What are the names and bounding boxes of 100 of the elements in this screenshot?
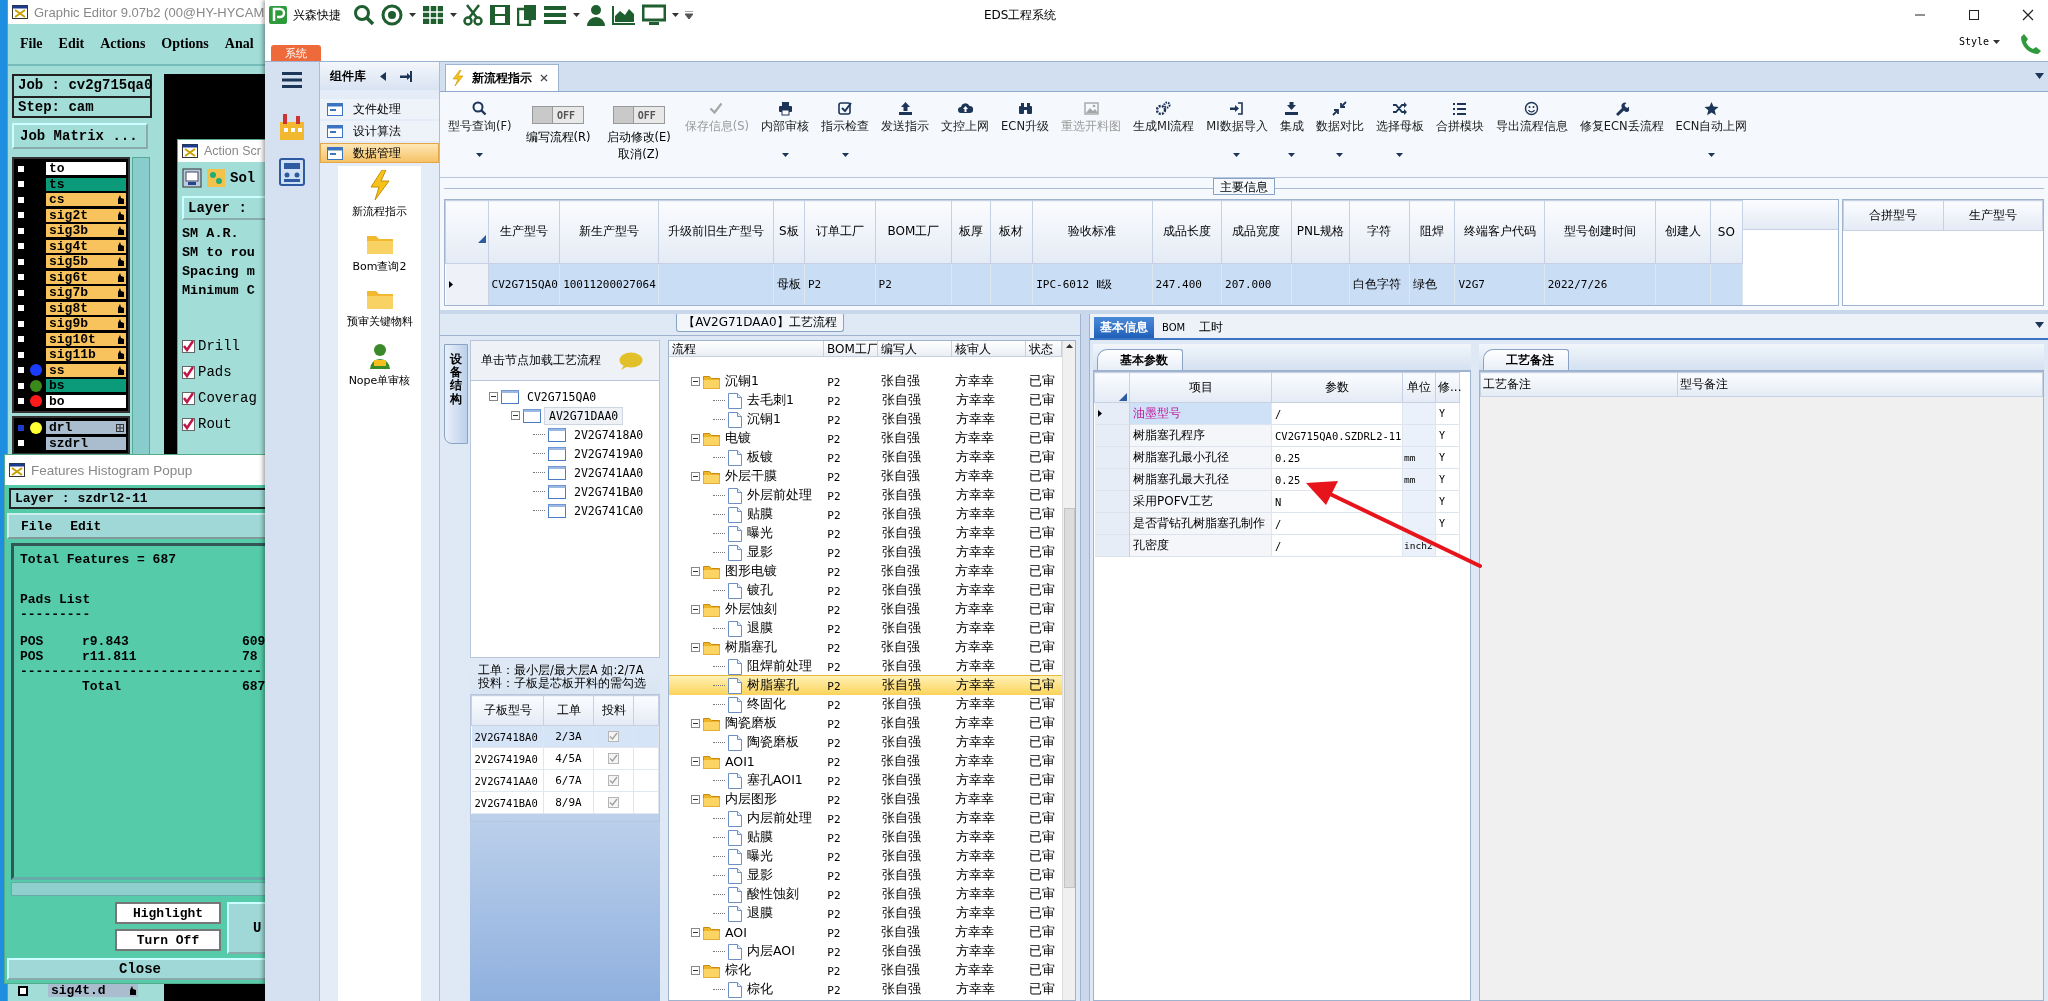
toolbar-button[interactable]: MI数据导入 [1200,98,1274,157]
toolbar-button[interactable]: 发送指示 [875,98,936,134]
column-header[interactable]: 项目 [1129,372,1272,403]
search-icon[interactable] [353,4,375,26]
tree-node[interactable]: 2V2G7418A0 [569,425,649,444]
layer-item[interactable]: sig2t [46,208,126,222]
tab[interactable]: BOM [1156,317,1192,338]
tree-node[interactable]: 2V2G7419A0 [569,444,649,463]
customize-icon[interactable] [685,11,693,19]
layer-checkbox[interactable] [16,241,26,252]
layer-checkbox[interactable] [18,985,28,996]
toolbar-button[interactable]: 导出流程信息 [1489,98,1574,134]
menu-item[interactable]: Options [161,36,209,52]
style-menu[interactable]: Style [1958,36,2000,47]
area-chart-icon[interactable] [612,5,636,25]
collapse-left-icon[interactable] [380,71,386,81]
layer-item[interactable]: bs [46,379,126,393]
collapse-icon[interactable] [489,392,498,401]
column-header[interactable]: 编写人 [878,341,953,356]
tool-button[interactable]: Bom查询2 [352,233,407,274]
column-header[interactable]: 升级前旧生产型号 [658,200,774,264]
collapse-icon[interactable] [691,643,700,652]
pin-icon[interactable] [400,70,412,82]
option-checkbox[interactable] [182,339,195,353]
grid-icon[interactable] [422,5,444,25]
layer-item[interactable]: to [46,162,126,176]
column-header[interactable]: 型号创建时间 [1544,200,1656,264]
layer-item[interactable]: sig5b [46,255,126,269]
option-checkbox[interactable] [182,365,195,379]
phone-icon[interactable] [2020,33,2042,55]
layer-checkbox[interactable] [16,179,26,190]
scissors-icon[interactable] [463,4,483,26]
monitor-icon[interactable] [642,4,666,26]
layer-checkbox[interactable] [16,422,26,433]
tree-node[interactable]: CV2G715QA0 [522,387,602,406]
dropdown-icon[interactable] [2035,322,2044,328]
layer-checkbox[interactable] [16,256,26,267]
category-item[interactable]: 数据管理 [320,143,439,163]
layer-item[interactable]: sig6t [46,270,126,284]
tab[interactable]: 工时 [1193,317,1230,338]
layer-checkbox[interactable] [16,334,26,345]
column-header[interactable]: PNL规格 [1291,200,1350,264]
table-row[interactable]: 2V2G741BA0 8/9A [471,791,659,814]
column-header[interactable]: 工艺备注 [1480,372,1678,397]
column-header[interactable]: 终端客户代码 [1455,200,1545,264]
category-item[interactable]: 设计算法 [320,121,439,141]
layer-checkbox[interactable] [16,163,26,174]
layer-item[interactable]: sig7b [46,286,126,300]
column-header[interactable]: 新生产型号 [559,200,659,264]
person-icon[interactable] [586,4,606,26]
table-row[interactable]: 树脂塞孔最小孔径 0.25 mm Y [1094,446,1460,469]
layer-item[interactable]: ss [46,363,126,377]
menu-item[interactable]: File [20,36,43,52]
column-header[interactable]: 成品长度 [1152,200,1222,264]
column-header[interactable]: 生产型号 [1943,200,2043,231]
target-icon[interactable] [381,4,403,26]
tree-node[interactable]: 2V2G741AA0 [569,463,649,482]
column-header[interactable]: SO [1710,200,1743,264]
layer-item[interactable]: sig10t [46,332,126,346]
action-button[interactable]: Highlight [115,902,221,924]
layer-checkbox[interactable] [16,303,26,314]
calculator-icon[interactable] [279,158,305,186]
layer-button[interactable]: Layer : [182,196,265,220]
tool-button[interactable]: 新流程指示 [352,170,407,219]
maximize-icon[interactable] [1968,9,1980,21]
column-header[interactable]: 型号备注 [1677,372,2043,397]
layer-checkbox[interactable] [16,225,26,236]
tree-row[interactable]: 树脂塞孔 P2 张自强 方幸幸 已审 [669,676,1062,695]
layer-item[interactable]: sig4t.d [48,984,138,998]
toolbar-button[interactable]: 内部审核 [755,98,816,157]
tool-button[interactable]: 预审关键物料 [346,288,413,329]
column-header[interactable]: 参数 [1271,372,1403,403]
layers-icon[interactable] [182,168,202,188]
copy-icon[interactable] [517,4,537,26]
tab[interactable]: 工艺备注 [1483,349,1569,370]
layer-item[interactable]: sig8t [46,301,126,315]
list-icon[interactable] [543,5,567,25]
scroll-up-icon[interactable] [1065,344,1073,348]
collapse-icon[interactable] [691,719,700,728]
toolbar-button[interactable]: 生成MI流程 [1127,98,1201,134]
column-header[interactable]: 成品宽度 [1221,200,1292,264]
toolbar-button[interactable]: 数据对比 [1309,98,1370,157]
tab[interactable]: 基本参数 [1097,349,1183,370]
feed-checkbox[interactable] [608,775,619,786]
layer-item[interactable]: cs [46,193,126,207]
collapse-icon[interactable] [691,795,700,804]
feed-checkbox[interactable] [608,753,619,764]
layer-item[interactable]: bo [46,394,126,408]
layer-item[interactable]: ts [46,177,126,191]
layer-checkbox[interactable] [16,210,26,221]
table-row[interactable]: CV2G715QA0 10011200027064 母板 P2 P2 IPC-6012 Ⅱ级 247.400 207.000 白色字符 绿色 V2G7 2022/7/26 [445,263,1743,305]
layer-checkbox[interactable] [16,365,26,376]
column-header[interactable]: 板厚 [951,200,991,264]
column-header[interactable]: 核审人 [952,341,1027,356]
column-header[interactable]: 单位 [1402,372,1436,403]
vertical-tab[interactable]: 设备结构 [444,344,468,444]
job-matrix-button[interactable]: Job Matrix ... [12,123,148,149]
toolbar-button[interactable]: 型号查询(F) [442,98,518,157]
table-row[interactable]: 树脂塞孔程序 CV2G715QA0.SZDRL2-11 Y [1094,424,1460,447]
scrollbar[interactable] [11,882,265,896]
